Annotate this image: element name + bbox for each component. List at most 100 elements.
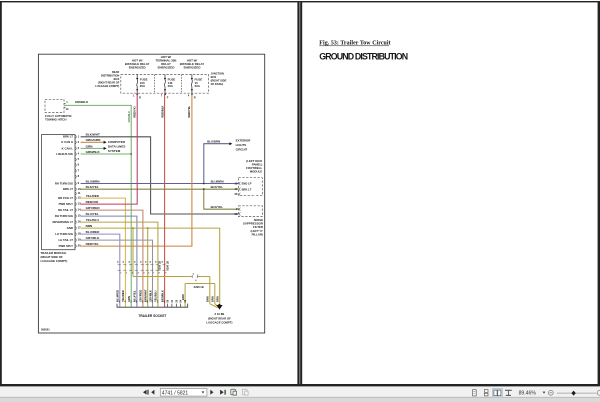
svg-text:1b: 1b — [66, 107, 69, 111]
svg-text:BLU/RED: BLU/RED — [116, 290, 120, 302]
svg-text:2: 2 — [126, 273, 127, 275]
svg-text:ENERGIZED: ENERGIZED — [129, 65, 146, 69]
svg-text:GRY/RED: GRY/RED — [86, 206, 101, 210]
svg-text:PWR SPLY: PWR SPLY — [59, 244, 73, 248]
svg-text:16: 16 — [78, 220, 81, 224]
svg-text:BLU/BRN: BLU/BRN — [207, 139, 220, 143]
svg-text:13: 13 — [78, 202, 81, 206]
svg-text:BLK/YEL: BLK/YEL — [86, 185, 99, 189]
svg-text:REAR: REAR — [112, 70, 119, 74]
svg-text:R: R — [194, 95, 196, 99]
svg-text:10: 10 — [135, 261, 137, 263]
svg-text:9: 9 — [165, 273, 166, 275]
svg-text:(RIGHT REAR OF: (RIGHT REAR OF — [98, 81, 120, 85]
svg-text:15: 15 — [78, 214, 81, 218]
svg-text:10: 10 — [162, 261, 164, 263]
svg-text:6: 6 — [148, 273, 149, 275]
svg-text:JUNCTION: JUNCTION — [211, 71, 224, 75]
svg-text:8: 8 — [159, 273, 160, 275]
svg-text:10: 10 — [78, 187, 81, 191]
svg-text:10: 10 — [145, 261, 147, 263]
svg-text:BRN/WHT: BRN/WHT — [144, 289, 148, 302]
svg-text:END LP: END LP — [242, 182, 252, 186]
svg-text:TOWING HITCH: TOWING HITCH — [45, 118, 66, 122]
svg-text:PILLAR): PILLAR) — [252, 233, 263, 237]
svg-text:1: 1 — [120, 273, 121, 275]
svg-text:ENERGIZED: ENERGIZED — [184, 65, 201, 69]
svg-text:362001: 362001 — [41, 328, 50, 332]
svg-text:ENERGIZED: ENERGIZED — [158, 65, 175, 69]
svg-text:RH TAIL LT: RH TAIL LT — [58, 208, 73, 212]
svg-text:YEL/RED: YEL/RED — [121, 290, 125, 302]
svg-text:17: 17 — [78, 226, 81, 230]
svg-text:DISTRIBUTION: DISTRIBUTION — [101, 74, 120, 78]
svg-text:RH TURN SIG: RH TURN SIG — [55, 181, 73, 185]
svg-text:BRN: BRN — [86, 224, 93, 228]
svg-text:LUGGAGE COMPT): LUGGAGE COMPT) — [95, 84, 119, 88]
svg-text:GRN: GRN — [86, 144, 94, 148]
svg-text:19: 19 — [78, 238, 81, 242]
svg-text:MODULE: MODULE — [250, 170, 263, 174]
svg-text:10: 10 — [156, 261, 158, 263]
svg-text:20A: 20A — [168, 84, 174, 88]
svg-text:BLU/YEL: BLU/YEL — [133, 290, 137, 302]
svg-text:DATA LINES: DATA LINES — [108, 145, 125, 149]
svg-text:7: 7 — [153, 273, 154, 275]
svg-text:RED/YEL: RED/YEL — [86, 242, 100, 246]
svg-text:BLU/BRN: BLU/BRN — [211, 179, 224, 183]
svg-text:K CAN H: K CAN H — [61, 140, 73, 144]
svg-text:GRY/RED: GRY/RED — [139, 290, 143, 302]
svg-text:BRN: BRN — [205, 296, 209, 302]
svg-text:20: 20 — [78, 244, 81, 248]
svg-text:12: 12 — [78, 196, 81, 200]
svg-text:GRN/BLK: GRN/BLK — [128, 111, 131, 123]
svg-text:RR FOG LT: RR FOG LT — [58, 196, 73, 200]
svg-text:LIGHTS: LIGHTS — [236, 143, 247, 147]
svg-text:3: 3 — [132, 273, 133, 275]
svg-text:RED/VIO: RED/VIO — [86, 200, 99, 204]
svg-text:BLK/YEL: BLK/YEL — [211, 205, 224, 209]
svg-text:REVERSING LT: REVERSING LT — [53, 220, 74, 224]
svg-text:RED/VIO: RED/VIO — [133, 106, 137, 117]
svg-text:X298 1B: X298 1B — [159, 261, 162, 271]
svg-text:18: 18 — [78, 232, 81, 236]
svg-text:10: 10 — [150, 261, 152, 263]
svg-text:10: 10 — [117, 261, 119, 263]
svg-text:BRK LT: BRK LT — [242, 187, 252, 191]
svg-text:BRK LT: BRK LT — [63, 135, 73, 139]
svg-text:RED/BLK: RED/BLK — [160, 290, 164, 302]
svg-text:K CAN L: K CAN L — [62, 146, 74, 150]
svg-text:10: 10 — [129, 261, 131, 263]
svg-text:LH TAIL LT: LH TAIL LT — [59, 238, 74, 242]
svg-text:20A: 20A — [140, 84, 146, 88]
svg-text:RH TURN SIG: RH TURN SIG — [55, 214, 73, 218]
svg-text:GRY/BLK: GRY/BLK — [148, 290, 152, 302]
svg-text:(RIGHT SIDE: (RIGHT SIDE — [211, 78, 227, 82]
svg-text:R: R — [139, 95, 141, 99]
svg-text:LIN BUS SIG: LIN BUS SIG — [56, 152, 73, 156]
svg-text:BLU/RED: BLU/RED — [86, 230, 101, 234]
svg-text:GRN: GRN — [127, 296, 131, 302]
svg-text:EXTERIOR: EXTERIOR — [236, 139, 252, 143]
svg-text:BLU/YEL: BLU/YEL — [86, 212, 99, 216]
svg-text:BLK/YEL: BLK/YEL — [211, 185, 224, 189]
svg-text:4741 / 5821: 4741 / 5821 — [162, 390, 189, 396]
svg-text:10: 10 — [141, 261, 143, 263]
svg-text:LUGGAGE COMPT): LUGGAGE COMPT) — [41, 259, 68, 263]
svg-text:CIRCUIT: CIRCUIT — [236, 147, 248, 151]
svg-text:PWR SPLY: PWR SPLY — [59, 202, 73, 206]
svg-text:BOX: BOX — [114, 77, 120, 81]
svg-text:BOX: BOX — [211, 75, 217, 79]
svg-text:YEL/BLU: YEL/BLU — [154, 290, 158, 302]
svg-text:BRK LT: BRK LT — [63, 187, 73, 191]
svg-text:GROUND DISTRIBUTION: GROUND DISTRIBUTION — [319, 52, 407, 62]
svg-text:SYSTEM: SYSTEM — [108, 149, 121, 153]
svg-text:5: 5 — [144, 273, 145, 275]
svg-text:X298 1B: X298 1B — [167, 261, 170, 271]
svg-text:89.46%: 89.46% — [519, 391, 537, 397]
svg-text:YEL/BLU: YEL/BLU — [86, 218, 100, 222]
svg-text:TRAILER SOCKET: TRAILER SOCKET — [138, 314, 166, 318]
svg-text:LH TURN SIG: LH TURN SIG — [55, 232, 73, 236]
svg-text:COMPUTER: COMPUTER — [108, 140, 126, 144]
svg-text:LUGGAGE COMPT): LUGGAGE COMPT) — [206, 321, 232, 325]
